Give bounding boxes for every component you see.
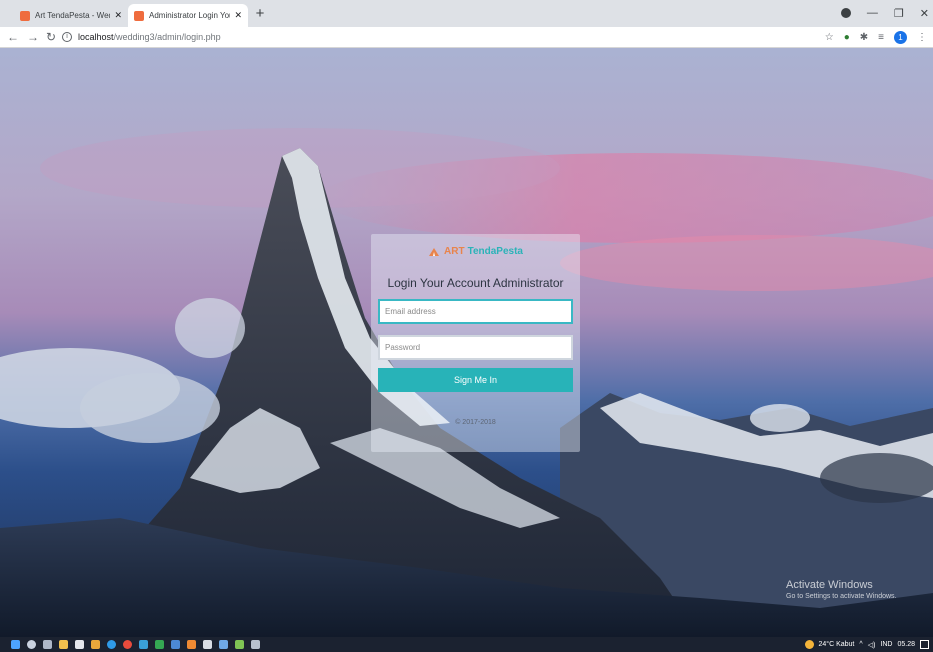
email-input[interactable]: [378, 299, 573, 324]
watermark-subtitle: Go to Settings to activate Windows.: [786, 593, 897, 600]
login-panel: ART TendaPesta Login Your Account Admini…: [371, 234, 580, 452]
app-window-icon[interactable]: [171, 640, 180, 649]
taskbar-apps: [11, 639, 260, 650]
bookmark-star-icon[interactable]: ☆: [825, 32, 834, 43]
back-icon[interactable]: ←: [6, 30, 20, 44]
brand-logo: ART TendaPesta: [371, 246, 580, 257]
minimize-icon[interactable]: —: [867, 7, 878, 19]
site-favicon-icon: [20, 10, 30, 21]
account-avatar-icon[interactable]: 1: [894, 31, 907, 44]
app-blue-icon[interactable]: [139, 640, 148, 649]
weather-text[interactable]: 24°C Kabut: [819, 641, 855, 648]
app-sky-icon[interactable]: [219, 640, 228, 649]
app-amber-icon[interactable]: [187, 640, 196, 649]
chrome-icon[interactable]: [123, 640, 132, 649]
site-favicon-icon: [134, 10, 144, 21]
close-icon[interactable]: ✕: [114, 10, 122, 21]
info-icon[interactable]: i: [62, 32, 72, 42]
extension-leaf-icon[interactable]: ●: [844, 32, 850, 43]
sign-in-button[interactable]: Sign Me In: [378, 368, 573, 392]
close-icon[interactable]: ✕: [234, 10, 242, 21]
task-view-icon[interactable]: [43, 640, 52, 649]
app-orange-icon[interactable]: [91, 640, 100, 649]
login-heading: Login Your Account Administrator: [387, 276, 564, 290]
brand-art-text: ART: [444, 246, 465, 257]
tab-title: Art TendaPesta - Wedding Planne: [35, 11, 110, 20]
activate-windows-watermark: Activate Windows Go to Settings to activ…: [786, 579, 897, 600]
tent-logo-icon: [429, 247, 440, 256]
restore-icon[interactable]: ❐: [894, 7, 904, 20]
app-check-icon[interactable]: [235, 640, 244, 649]
watermark-title: Activate Windows: [786, 579, 873, 591]
weather-moon-icon[interactable]: [804, 640, 814, 649]
tray-chevron-up-icon[interactable]: ^: [859, 641, 862, 648]
app-green-icon[interactable]: [155, 640, 164, 649]
search-icon[interactable]: [27, 640, 36, 649]
system-tray: 24°C Kabut ^ ◁) IND 05.28: [804, 638, 929, 651]
browser-tab-strip: Art TendaPesta - Wedding Planne ✕ Admini…: [0, 0, 933, 27]
store-icon[interactable]: [75, 640, 84, 649]
reading-list-icon[interactable]: ≡: [878, 32, 884, 43]
notification-icon[interactable]: [920, 640, 929, 649]
reload-icon[interactable]: ↻: [44, 30, 58, 44]
windows-start-icon[interactable]: [11, 640, 20, 649]
page-viewport: ART TendaPesta Login Your Account Admini…: [0, 48, 933, 637]
tab-wedding-planner[interactable]: Art TendaPesta - Wedding Planne ✕: [14, 4, 128, 27]
address-bar[interactable]: i localhost/wedding3/admin/login.php: [62, 29, 832, 45]
url-host: localhost: [78, 32, 114, 42]
window-controls: — ❐ ✕: [840, 5, 929, 21]
volume-icon[interactable]: ◁): [868, 641, 876, 649]
file-explorer-icon[interactable]: [59, 640, 68, 649]
windows-taskbar: 24°C Kabut ^ ◁) IND 05.28: [0, 637, 933, 652]
language-indicator[interactable]: IND: [880, 641, 892, 648]
app-light-icon[interactable]: [203, 640, 212, 649]
copyright-text: © 2017-2018: [455, 419, 496, 426]
app-tool-icon[interactable]: [251, 640, 260, 649]
extension-icons: ☆ ● ✱ ≡ 1 ⋮: [825, 30, 927, 45]
extension-pin-icon[interactable]: ✱: [860, 32, 868, 43]
url-path: /wedding3/admin/login.php: [113, 32, 221, 42]
browser-toolbar: ← → ↻ i localhost/wedding3/admin/login.p…: [0, 27, 933, 48]
tab-title: Administrator Login Your Accoun: [149, 11, 230, 20]
brand-name-text: TendaPesta: [467, 246, 523, 257]
chrome-profile-icon[interactable]: [840, 8, 851, 18]
clock-time[interactable]: 05.28: [897, 641, 915, 648]
edge-icon[interactable]: [107, 640, 116, 649]
close-window-icon[interactable]: ✕: [920, 7, 929, 20]
tab-admin-login[interactable]: Administrator Login Your Accoun ✕: [128, 4, 248, 27]
new-tab-button[interactable]: +: [252, 5, 268, 23]
password-input[interactable]: [378, 335, 573, 360]
menu-kebab-icon[interactable]: ⋮: [917, 32, 927, 43]
forward-icon[interactable]: →: [26, 30, 40, 44]
